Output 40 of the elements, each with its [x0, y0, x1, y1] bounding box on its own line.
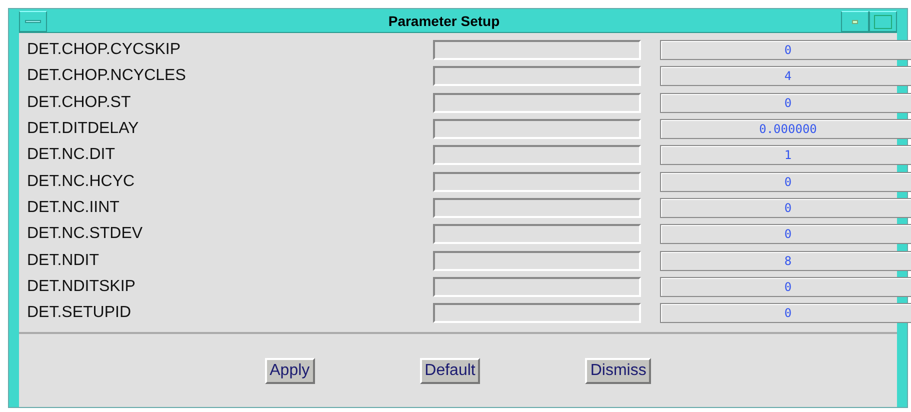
input-field[interactable]: [433, 172, 641, 192]
value-field: 0: [660, 172, 911, 192]
minimize-button[interactable]: [841, 11, 869, 32]
input-field[interactable]: [433, 224, 641, 244]
dialog-button[interactable]: Dismiss: [585, 358, 652, 384]
parameter-label: DET.CHOP.ST: [27, 92, 132, 113]
window-menu-button[interactable]: [19, 11, 47, 32]
value-field: 0.000000: [660, 119, 911, 140]
input-field[interactable]: [433, 119, 641, 140]
value-field: 0: [660, 303, 911, 324]
parameter-label: DET.NDIT: [27, 250, 100, 271]
maximize-button[interactable]: [869, 11, 897, 32]
parameter-label: DET.CHOP.CYCSKIP: [27, 40, 182, 60]
parameter-label: DET.SETUPID: [27, 303, 132, 324]
value-field: 4: [660, 66, 911, 86]
window-title: Parameter Setup: [387, 12, 501, 31]
input-field[interactable]: [433, 66, 641, 86]
value-field: 0: [660, 198, 911, 218]
input-field[interactable]: [433, 92, 641, 113]
parameter-label: DET.NC.STDEV: [27, 224, 144, 244]
parameter-label: DET.NC.DIT: [27, 145, 116, 166]
value-field: 1: [660, 145, 911, 166]
value-field: 0: [660, 276, 911, 297]
value-field: 0: [660, 224, 911, 244]
parameter-label: DET.NC.IINT: [27, 198, 120, 218]
parameter-label: DET.NDITSKIP: [27, 276, 136, 297]
input-field[interactable]: [433, 198, 641, 218]
input-field[interactable]: [433, 40, 641, 60]
input-field[interactable]: [433, 303, 641, 324]
dialog-button[interactable]: Apply: [264, 358, 315, 384]
parameter-label: DET.NC.HCYC: [27, 172, 136, 192]
input-field[interactable]: [433, 250, 641, 271]
input-field[interactable]: [433, 276, 641, 297]
value-field: 8: [660, 250, 911, 271]
input-field[interactable]: [433, 145, 641, 166]
value-field: 0: [660, 40, 911, 60]
dialog-button[interactable]: Default: [420, 358, 480, 384]
parameter-label: DET.DITDELAY: [27, 119, 140, 140]
value-field: 0: [660, 92, 911, 113]
parameter-label: DET.CHOP.NCYCLES: [27, 66, 187, 86]
